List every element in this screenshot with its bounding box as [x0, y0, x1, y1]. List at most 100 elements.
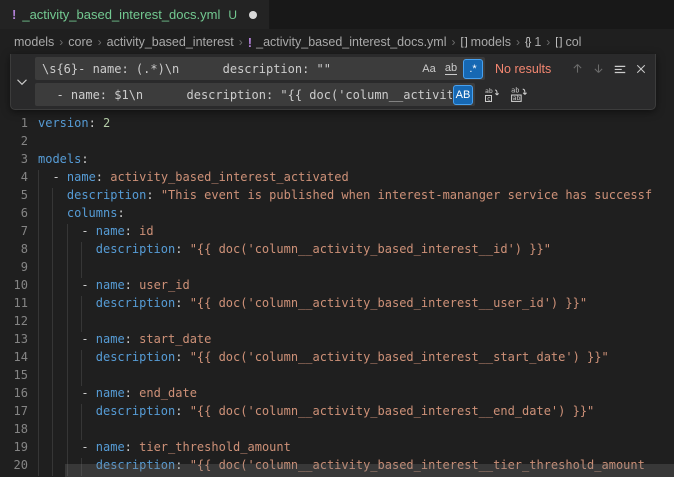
array-symbol-icon: [ ]	[461, 36, 467, 48]
code-line[interactable]: 19- name: tier_threshold_amount	[0, 440, 674, 458]
close-icon	[635, 63, 647, 75]
line-content: description: "This event is published wh…	[38, 188, 652, 206]
code-line[interactable]: 3models:	[0, 152, 674, 170]
find-in-selection-button[interactable]	[609, 58, 630, 79]
replace-all-button[interactable]: ab ab	[508, 85, 528, 105]
code-line[interactable]: 5description: "This event is published w…	[0, 188, 674, 206]
indent-guide	[38, 278, 52, 296]
editor-pane[interactable]: 1version: 223models:4- name: activity_ba…	[0, 54, 674, 477]
code-line[interactable]: 12	[0, 314, 674, 332]
tab-bar: ! _activity_based_interest_docs.yml U	[0, 0, 674, 30]
indent-guide	[38, 368, 52, 386]
indent-guide	[67, 296, 81, 314]
breadcrumb-separator-icon: ›	[516, 35, 520, 49]
line-content	[38, 260, 96, 278]
regex-button[interactable]: .*	[463, 59, 483, 79]
indent-guide	[38, 332, 52, 350]
selection-filter-icon	[613, 62, 627, 76]
indent-guide	[67, 242, 81, 260]
indent-guide	[52, 242, 66, 260]
code-line[interactable]: 16- name: end_date	[0, 386, 674, 404]
match-case-button[interactable]: Aa	[419, 59, 439, 79]
yaml-file-icon: !	[12, 7, 16, 22]
code-line[interactable]: 2	[0, 134, 674, 152]
code-line[interactable]: 18	[0, 422, 674, 440]
line-number: 15	[0, 368, 38, 386]
previous-match-button[interactable]	[567, 58, 588, 79]
breadcrumb-separator-icon: ›	[452, 35, 456, 49]
indent-guide	[52, 350, 66, 368]
line-number: 20	[0, 458, 38, 476]
indent-guide	[67, 368, 81, 386]
indent-guide	[81, 404, 95, 422]
code-line[interactable]: 8description: "{{ doc('column__activity_…	[0, 242, 674, 260]
code-line[interactable]: 6columns:	[0, 206, 674, 224]
code-line[interactable]: 14description: "{{ doc('column__activity…	[0, 350, 674, 368]
code-line[interactable]: 17description: "{{ doc('column__activity…	[0, 404, 674, 422]
breadcrumb-label: 1	[534, 35, 541, 49]
breadcrumb-item[interactable]: [ ]models	[461, 35, 511, 49]
breadcrumb-item[interactable]: {}1	[525, 35, 541, 49]
vscode-window: ! _activity_based_interest_docs.yml U mo…	[0, 0, 674, 477]
breadcrumb: models › core › activity_based_interest › !_ac…	[0, 30, 674, 54]
line-number: 10	[0, 278, 38, 296]
toggle-replace-button[interactable]	[11, 54, 33, 109]
code-line[interactable]: 9	[0, 260, 674, 278]
tab-active-file[interactable]: ! _activity_based_interest_docs.yml U	[0, 0, 270, 29]
find-input[interactable]: \s{6}- name: (.*)\n description: "" Aa a…	[35, 57, 485, 80]
next-match-button[interactable]	[588, 58, 609, 79]
replace-button[interactable]: ab c	[482, 85, 502, 105]
indent-guide	[67, 404, 81, 422]
breadcrumb-item[interactable]: [ ]col	[555, 35, 581, 49]
breadcrumb-item[interactable]: activity_based_interest	[107, 35, 234, 49]
line-content	[38, 422, 96, 440]
code-line[interactable]: 13- name: start_date	[0, 332, 674, 350]
indent-guide	[81, 314, 95, 332]
breadcrumb-item[interactable]: models	[14, 35, 54, 49]
code-line[interactable]: 7- name: id	[0, 224, 674, 242]
breadcrumb-separator-icon: ›	[546, 35, 550, 49]
line-number: 8	[0, 242, 38, 260]
svg-text:ab: ab	[485, 87, 493, 95]
replace-icon: ab c	[484, 87, 500, 103]
indent-guide	[38, 224, 52, 242]
indent-guide	[38, 314, 52, 332]
code-line[interactable]: 4- name: activity_based_interest_activat…	[0, 170, 674, 188]
find-row: \s{6}- name: (.*)\n description: "" Aa a…	[35, 57, 651, 80]
find-replace-widget: \s{6}- name: (.*)\n description: "" Aa a…	[10, 54, 656, 110]
indent-guide	[81, 368, 95, 386]
indent-guide	[38, 404, 52, 422]
indent-guide	[52, 260, 66, 278]
whole-word-button[interactable]: ab	[441, 59, 461, 79]
line-content	[38, 314, 96, 332]
indent-guide	[52, 332, 66, 350]
indent-guide	[67, 224, 81, 242]
replace-input[interactable]: - name: $1\n description: "{{ doc('colum…	[35, 83, 475, 106]
indent-guide	[67, 386, 81, 404]
indent-guide	[81, 422, 95, 440]
tab-filename: _activity_based_interest_docs.yml	[22, 7, 220, 22]
preserve-case-button[interactable]: AB	[453, 85, 473, 105]
indent-guide	[38, 188, 52, 206]
breadcrumb-item[interactable]: core	[68, 35, 92, 49]
close-find-button[interactable]	[630, 58, 651, 79]
code-line[interactable]: 15	[0, 368, 674, 386]
replace-actions: ab c ab ab	[482, 85, 528, 105]
find-actions	[567, 58, 651, 79]
breadcrumb-item[interactable]: !_activity_based_interest_docs.yml	[248, 35, 447, 50]
replace-value-text: - name: $1\n description: "{{ doc('colum…	[42, 88, 452, 102]
indent-guide	[38, 206, 52, 224]
array-symbol-icon: [ ]	[555, 36, 561, 48]
code-line[interactable]: 1version: 2	[0, 116, 674, 134]
horizontal-scrollbar[interactable]	[65, 464, 674, 477]
unsaved-changes-dot-icon[interactable]	[249, 11, 257, 19]
indent-guide	[81, 260, 95, 278]
code-line[interactable]: 10- name: user_id	[0, 278, 674, 296]
indent-guide	[52, 314, 66, 332]
line-content: description: "{{ doc('column__activity_b…	[38, 296, 587, 314]
line-number: 16	[0, 386, 38, 404]
indent-guide	[38, 386, 52, 404]
line-content: description: "{{ doc('column__activity_b…	[38, 242, 551, 260]
code-line[interactable]: 11description: "{{ doc('column__activity…	[0, 296, 674, 314]
svg-text:ab: ab	[512, 94, 520, 102]
